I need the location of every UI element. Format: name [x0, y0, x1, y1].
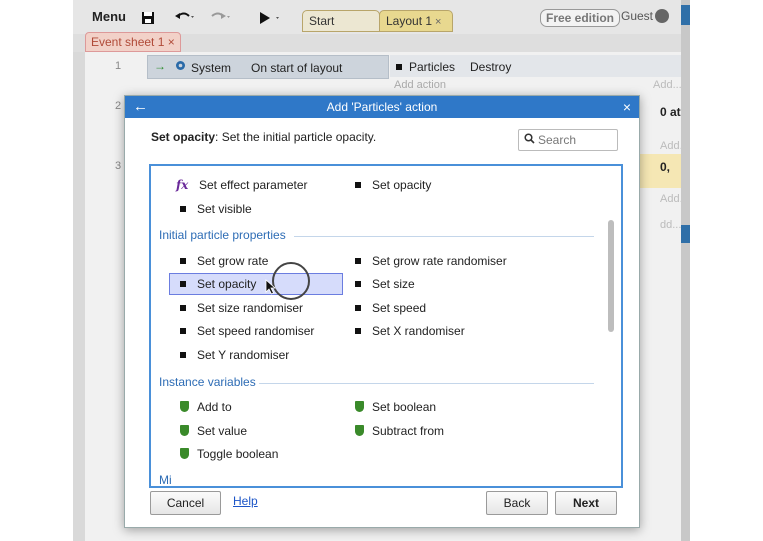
- event-action[interactable]: Particles Destroy: [390, 55, 690, 77]
- right-panel-edge: [681, 0, 690, 541]
- square-icon: [355, 328, 361, 334]
- description-text: : Set the initial particle opacity.: [215, 130, 377, 144]
- add-link[interactable]: dd...: [660, 219, 681, 231]
- edition-badge[interactable]: Free edition: [540, 9, 621, 27]
- condition-text: On start of layout: [251, 61, 343, 75]
- item-label: Set X randomiser: [372, 324, 465, 338]
- cancel-button[interactable]: Cancel: [150, 491, 221, 515]
- description-title: Set opacity: [151, 130, 216, 144]
- item-label: Set speed: [372, 301, 427, 315]
- instance-variable-icon: [180, 401, 189, 412]
- square-icon: [355, 305, 361, 311]
- event-condition[interactable]: → System On start of layout: [147, 55, 389, 79]
- tab-start-page[interactable]: Start page×: [302, 10, 380, 48]
- section-divider: [259, 383, 594, 384]
- next-button[interactable]: Next: [555, 491, 617, 515]
- action-list: fx Set effect parameter Set opacity Set …: [149, 164, 623, 488]
- square-icon: [180, 206, 186, 212]
- preview-play-icon[interactable]: [259, 9, 281, 33]
- back-button[interactable]: Back: [486, 491, 548, 515]
- square-icon: [355, 258, 361, 264]
- action-description: Set opacity: Set the initial particle op…: [151, 130, 376, 144]
- action-text: Destroy: [470, 60, 512, 74]
- arrow-right-icon: →: [154, 59, 166, 73]
- add-action-link[interactable]: Add action: [394, 79, 446, 91]
- search-icon: [524, 133, 535, 147]
- undo-icon[interactable]: [174, 8, 194, 32]
- main-toolbar: Menu Start page× Layout 1× Free edition …: [73, 0, 690, 48]
- click-highlight-ring: [272, 262, 310, 300]
- right-panel-tab[interactable]: [681, 5, 690, 25]
- section-header-misc: Mi: [159, 473, 172, 487]
- item-label: Set speed randomiser: [197, 324, 315, 338]
- event-text: 0 at: [660, 105, 681, 119]
- item-label: Set effect parameter: [199, 178, 308, 192]
- item-label: Set grow rate: [197, 254, 269, 268]
- effect-fx-icon: fx: [176, 178, 189, 192]
- gear-icon: [174, 59, 187, 75]
- tab-label: Layout 1: [386, 14, 433, 28]
- help-link[interactable]: Help: [233, 494, 258, 508]
- section-divider: [294, 236, 594, 237]
- item-label: Set opacity: [197, 277, 257, 291]
- square-icon: [180, 258, 186, 264]
- section-title: Mi: [159, 473, 172, 487]
- instance-variable-icon: [180, 425, 189, 436]
- section-header-instance: Instance variables: [159, 375, 594, 391]
- menu-button[interactable]: Menu: [85, 5, 133, 29]
- close-icon[interactable]: ×: [623, 96, 631, 118]
- add-action-dialog: ← Add 'Particles' action × Set opacity: …: [124, 95, 640, 528]
- particles-icon: [396, 64, 402, 70]
- action-object: Particles: [409, 60, 456, 74]
- close-icon[interactable]: ×: [435, 16, 441, 28]
- square-icon: [180, 281, 186, 287]
- item-label: Set boolean: [372, 400, 437, 414]
- item-label: Set opacity: [372, 178, 432, 192]
- square-icon: [180, 328, 186, 334]
- square-icon: [180, 352, 186, 358]
- instance-variable-icon: [180, 448, 189, 459]
- section-header-initial: Initial particle properties: [159, 228, 594, 244]
- item-label: Add to: [197, 400, 232, 414]
- instance-variable-icon: [355, 401, 364, 412]
- event-text: 0,: [660, 160, 671, 174]
- redo-icon[interactable]: [209, 8, 231, 32]
- close-icon[interactable]: ×: [168, 35, 175, 49]
- instance-variable-icon: [355, 425, 364, 436]
- dialog-title-bar: ← Add 'Particles' action ×: [125, 96, 639, 118]
- item-label: Set size randomiser: [197, 301, 304, 315]
- tab-event-sheet-1[interactable]: Event sheet 1 ×: [85, 32, 181, 52]
- user-avatar-icon[interactable]: [655, 9, 669, 23]
- event-number: 1: [115, 60, 122, 72]
- square-icon: [180, 305, 186, 311]
- item-label: Set grow rate randomiser: [372, 254, 507, 268]
- search-input[interactable]: Search: [518, 129, 618, 151]
- item-label: Toggle boolean: [197, 447, 279, 461]
- item-label: Set value: [197, 424, 248, 438]
- tab-label: Event sheet 1: [91, 35, 165, 49]
- item-label: Set Y randomiser: [197, 348, 290, 362]
- square-icon: [355, 281, 361, 287]
- right-panel-tab[interactable]: [681, 225, 690, 243]
- user-label[interactable]: Guest: [621, 9, 653, 23]
- save-icon[interactable]: [141, 9, 155, 33]
- item-label: Subtract from: [372, 424, 445, 438]
- dialog-title: Add 'Particles' action: [326, 100, 438, 114]
- section-title: Instance variables: [159, 375, 256, 389]
- section-title: Initial particle properties: [159, 228, 286, 242]
- square-icon: [355, 182, 361, 188]
- add-link[interactable]: Add...: [653, 79, 682, 91]
- item-label: Set visible: [197, 202, 252, 216]
- condition-object: System: [191, 61, 232, 75]
- mouse-cursor-icon: [265, 279, 277, 298]
- list-scrollbar[interactable]: [608, 220, 614, 332]
- tab-layout-1[interactable]: Layout 1 ×: [379, 10, 453, 32]
- item-label: Set size: [372, 277, 415, 291]
- search-placeholder: Search: [538, 133, 577, 147]
- back-arrow-icon[interactable]: ←: [133, 96, 148, 118]
